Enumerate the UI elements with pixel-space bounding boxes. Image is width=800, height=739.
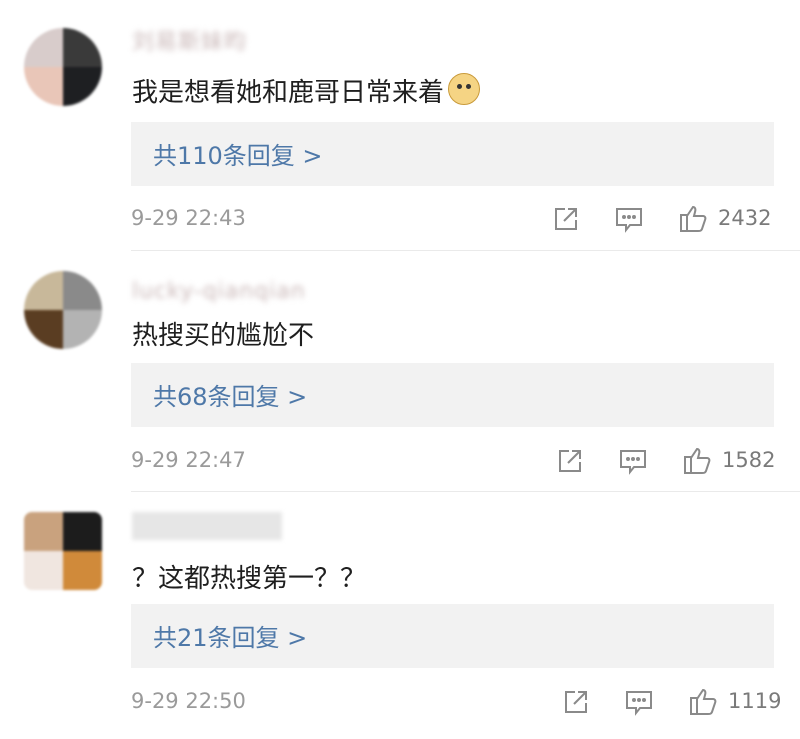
avatar[interactable] <box>24 28 102 106</box>
thumbs-up-icon[interactable] <box>678 203 710 233</box>
doge-emoji-icon <box>448 73 481 105</box>
avatar[interactable] <box>24 271 102 349</box>
comment-text: 我是想看她和鹿哥日常来着 <box>132 72 481 109</box>
comment-item: ？这都热搜第一？？ 共21条回复 > 9-29 22:50 1119 <box>0 492 800 732</box>
like-count: 2432 <box>718 206 772 230</box>
timestamp: 9-29 22:47 <box>131 448 246 472</box>
username[interactable]: lucky-qianqian <box>132 279 306 304</box>
comment-item: lucky-qianqian 热搜买的尴尬不 共68条回复 > 9-29 22:… <box>0 251 800 491</box>
comment-icon[interactable] <box>618 447 646 475</box>
like-count: 1582 <box>722 448 776 472</box>
timestamp: 9-29 22:43 <box>131 206 246 230</box>
replies-box[interactable]: 共21条回复 > <box>131 604 774 668</box>
comment-text: ？这都热搜第一？？ <box>132 564 367 594</box>
comment-icon[interactable] <box>624 688 652 716</box>
timestamp: 9-29 22:50 <box>131 689 246 713</box>
view-replies-link[interactable]: 共21条回复 > <box>153 618 307 653</box>
comment-text-content: 我是想看她和鹿哥日常来着 <box>132 78 445 108</box>
view-replies-link[interactable]: 共68条回复 > <box>153 377 307 412</box>
avatar[interactable] <box>24 512 102 590</box>
replies-box[interactable]: 共110条回复 > <box>131 122 774 186</box>
comment-text: 热搜买的尴尬不 <box>132 321 315 351</box>
view-replies-link[interactable]: 共110条回复 > <box>153 136 323 171</box>
comment-item: 刘易斯妹昀 我是想看她和鹿哥日常来着 共110条回复 > 9-29 22:43 … <box>0 0 800 250</box>
username-redacted <box>132 512 282 540</box>
share-icon[interactable] <box>552 205 580 233</box>
comment-icon[interactable] <box>614 205 642 233</box>
like-count: 1119 <box>728 689 782 713</box>
replies-box[interactable]: 共68条回复 > <box>131 363 774 427</box>
share-icon[interactable] <box>562 688 590 716</box>
share-icon[interactable] <box>556 447 584 475</box>
username[interactable]: 刘易斯妹昀 <box>132 24 247 56</box>
thumbs-up-icon[interactable] <box>682 445 714 475</box>
thumbs-up-icon[interactable] <box>688 686 720 716</box>
